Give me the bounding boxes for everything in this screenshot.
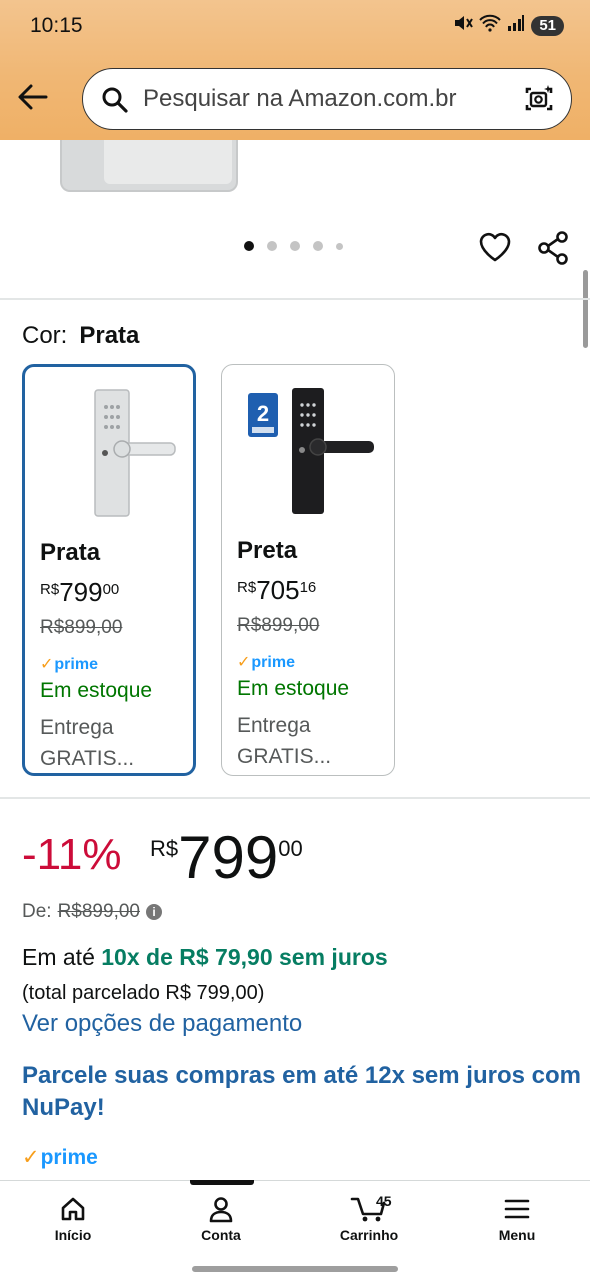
app-header: 10:15 51 Pesquisar na Amazon.com.br xyxy=(0,0,590,140)
carousel-dot[interactable] xyxy=(267,241,277,251)
carousel-dot[interactable] xyxy=(336,242,343,250)
active-tab-indicator xyxy=(190,1180,254,1185)
color-option-preta[interactable]: 2 Preta R$ 705 16 R$899,00 ✓prime Em est… xyxy=(221,364,395,776)
color-option-price: R$ 705 16 xyxy=(237,575,316,606)
camera-search-icon[interactable] xyxy=(523,83,555,120)
stock-status: Em estoque xyxy=(237,677,350,700)
share-icon[interactable] xyxy=(536,230,570,271)
carousel-dot[interactable] xyxy=(244,241,254,251)
scrollbar[interactable] xyxy=(583,270,588,348)
color-option-old-price: R$899,00 xyxy=(40,617,123,638)
prime-label: prime xyxy=(251,654,295,671)
prime-badge: ✓prime xyxy=(237,652,295,672)
price-fraction: 00 xyxy=(102,581,120,598)
prime-badge: ✓prime xyxy=(22,1145,98,1170)
discount-percentage: -11% xyxy=(22,830,122,879)
color-option-name: Prata xyxy=(40,539,101,566)
installment-total: (total parcelado R$ 799,00) xyxy=(22,982,265,1004)
menu-icon xyxy=(504,1199,530,1219)
search-input[interactable]: Pesquisar na Amazon.com.br xyxy=(143,85,457,113)
installment-prefix: Em até xyxy=(22,944,95,970)
wishlist-heart-icon[interactable] xyxy=(478,230,512,269)
svg-text:2: 2 xyxy=(257,401,269,426)
divider xyxy=(0,298,590,300)
color-option-name: Preta xyxy=(237,537,298,564)
product-image[interactable] xyxy=(60,140,238,192)
signal-icon xyxy=(507,14,525,37)
nav-home[interactable]: Início xyxy=(18,1195,128,1243)
prime-label: prime xyxy=(40,1146,98,1169)
stock-status: Em estoque xyxy=(40,679,153,702)
price-currency: R$ xyxy=(237,579,257,596)
price-fraction: 16 xyxy=(299,579,317,596)
divider xyxy=(0,797,590,799)
back-button[interactable] xyxy=(16,80,52,116)
cart-count-badge: 45 xyxy=(376,1193,392,1209)
back-arrow-icon xyxy=(18,84,48,110)
price-whole: 705 xyxy=(256,575,300,605)
mute-icon xyxy=(453,14,474,37)
carousel-dot[interactable] xyxy=(313,241,323,251)
prime-check-icon: ✓ xyxy=(22,1146,40,1169)
status-time: 10:15 xyxy=(30,14,83,37)
color-label: Cor: xyxy=(22,322,68,349)
price-fraction: 00 xyxy=(278,836,303,861)
search-bar[interactable]: Pesquisar na Amazon.com.br xyxy=(82,68,572,130)
home-icon xyxy=(61,1197,85,1221)
color-label-line: Cor: Prata xyxy=(22,322,139,350)
shipping-info: Entrega GRATIS... xyxy=(40,716,135,770)
nav-label: Conta xyxy=(201,1227,241,1243)
installment-highlight: 10x de R$ 79,90 sem juros xyxy=(101,944,388,970)
list-price: R$899,00 xyxy=(57,901,140,922)
shipping-info: Entrega GRATIS... xyxy=(237,714,332,768)
info-icon[interactable]: i xyxy=(145,904,162,920)
battery-indicator: 51 xyxy=(531,15,564,36)
product-thumbnail-black: 2 xyxy=(244,385,374,520)
nav-cart[interactable]: 45 Carrinho xyxy=(314,1193,424,1243)
nav-label: Menu xyxy=(498,1227,536,1243)
color-option-old-price: R$899,00 xyxy=(237,615,320,636)
color-selected-value: Prata xyxy=(79,322,140,349)
prime-label: prime xyxy=(54,656,98,673)
prime-check-icon: ✓ xyxy=(40,656,54,673)
nav-account[interactable]: Conta xyxy=(166,1195,276,1243)
nupay-promo-link[interactable]: Parcele suas compras em até 12x sem juro… xyxy=(22,1060,582,1124)
price-whole: 799 xyxy=(178,824,279,891)
list-price-label: De: xyxy=(22,901,52,922)
current-price: R$ 799 00 xyxy=(150,822,303,894)
color-option-prata[interactable]: Prata R$ 799 00 R$899,00 ✓prime Em estoq… xyxy=(22,364,196,776)
search-icon xyxy=(101,86,129,119)
image-carousel-dots[interactable] xyxy=(244,241,343,251)
installment-line: Em até 10x de R$ 79,90 sem juros xyxy=(22,944,388,971)
product-thumbnail-silver xyxy=(47,387,177,522)
wifi-icon xyxy=(479,14,502,37)
status-icons: 51 xyxy=(453,14,564,37)
color-option-price: R$ 799 00 xyxy=(40,577,119,608)
price-currency: R$ xyxy=(40,581,60,598)
list-price-line: De: R$899,00 i xyxy=(22,901,162,923)
nav-menu[interactable]: Menu xyxy=(462,1195,572,1243)
price-whole: 799 xyxy=(59,577,103,607)
nav-label: Carrinho xyxy=(339,1227,399,1243)
system-home-bar[interactable] xyxy=(192,1266,398,1272)
price-currency: R$ xyxy=(150,836,179,861)
carousel-dot[interactable] xyxy=(290,241,300,251)
prime-check-icon: ✓ xyxy=(237,654,251,671)
prime-badge: ✓prime xyxy=(40,654,98,674)
account-icon xyxy=(209,1197,233,1223)
payment-options-link[interactable]: Ver opções de pagamento xyxy=(22,1010,302,1038)
nav-label: Início xyxy=(54,1227,92,1243)
